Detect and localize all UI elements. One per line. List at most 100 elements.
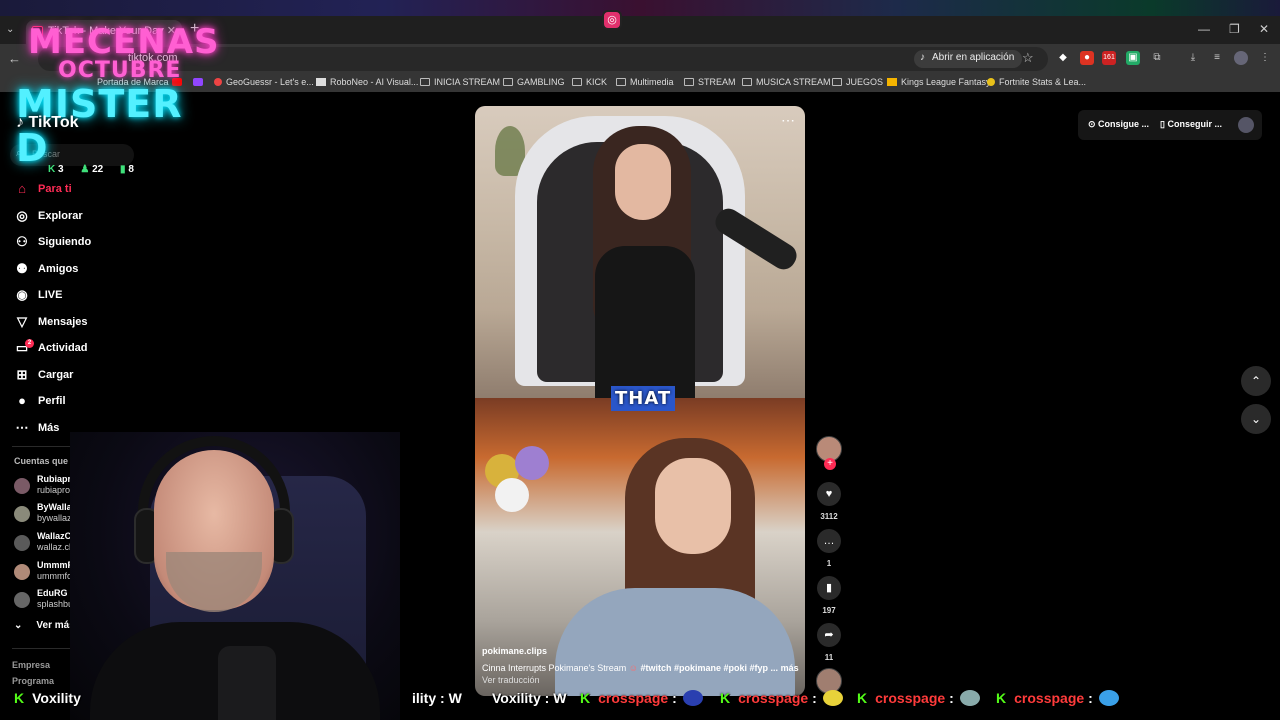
- profile-icon: ●: [18, 393, 26, 408]
- sidebar-item-amigos[interactable]: ⚉ Amigos: [0, 256, 200, 283]
- folder-icon: [420, 78, 430, 86]
- share-arrow-icon[interactable]: ➦: [817, 623, 841, 647]
- bookmark-icon[interactable]: ▮: [817, 576, 841, 600]
- extensions-puzzle-icon[interactable]: ⧉: [1150, 51, 1164, 65]
- bookmark-item[interactable]: GeoGuessr - Let's e...: [214, 77, 314, 87]
- bookmark-folder[interactable]: GAMBLING: [503, 77, 565, 87]
- compass-icon: ◎: [16, 207, 28, 223]
- profile-avatar-icon[interactable]: [1234, 51, 1248, 65]
- bookmark-folder[interactable]: Multimedia: [616, 77, 674, 87]
- extension-badge-icon[interactable]: 161: [1102, 51, 1116, 65]
- video-caption-word: THAT: [611, 386, 676, 411]
- person-body: [555, 588, 795, 696]
- overlay-line-2: OCTUBRE: [58, 58, 182, 83]
- sidebar-item-live[interactable]: ◉ LIVE: [0, 282, 200, 309]
- bookmark-item[interactable]: Fortnite Stats & Lea...: [987, 77, 1086, 87]
- ticker-message: ility : W: [412, 690, 462, 706]
- like-heart-icon[interactable]: ♥: [817, 482, 841, 506]
- reading-list-icon[interactable]: ≡: [1210, 51, 1224, 65]
- maximize-icon[interactable]: ❐: [1229, 22, 1240, 36]
- bookmark-folder[interactable]: INICIA STREAM: [420, 77, 500, 87]
- emote-icon: [822, 690, 843, 706]
- bookmark-folder[interactable]: JUEGOS: [832, 77, 883, 87]
- extension-square-icon[interactable]: ▣: [1126, 51, 1140, 65]
- ticker-message: K Voxility: [14, 690, 81, 706]
- bookmark-folder[interactable]: KICK: [572, 77, 607, 87]
- live-icon: ◉: [16, 287, 28, 302]
- share-count: 11: [824, 653, 834, 662]
- sidebar-item-para-ti[interactable]: ⌂ Para ti: [0, 176, 200, 203]
- tiktok-logo[interactable]: ♪ TikTok: [16, 114, 79, 132]
- sidebar-item-actividad[interactable]: ▭ 2 Actividad: [0, 335, 200, 362]
- extension-diamond-icon[interactable]: ◆: [1056, 51, 1070, 65]
- save-count: 197: [822, 606, 836, 615]
- user-avatar[interactable]: [1238, 117, 1254, 133]
- bookmark-item[interactable]: RoboNeo - AI Visual...: [316, 77, 418, 87]
- video-more-link[interactable]: más: [781, 663, 799, 673]
- footer-link[interactable]: Programa: [12, 676, 54, 686]
- next-video-chevron-down-icon[interactable]: ⌄: [1241, 404, 1271, 434]
- top-right-actions: ⊙ Consigue ... ▯ Conseguir ...: [1078, 110, 1262, 140]
- sidebar-item-perfil[interactable]: ● Perfil: [0, 388, 200, 415]
- sidebar-item-mensajes[interactable]: ▽ Mensajes: [0, 309, 200, 336]
- video-player[interactable]: THAT ⋯ pokimane.clips Cinna Interrupts P…: [475, 106, 805, 696]
- sidebar-item-siguiendo[interactable]: ⚇ Siguiendo: [0, 229, 200, 256]
- comment-count: 1: [826, 559, 832, 568]
- avatar: [14, 592, 30, 608]
- messages-icon: ▽: [17, 313, 27, 329]
- home-icon: ⌂: [18, 181, 26, 196]
- bookmark-star-icon[interactable]: ☆: [1022, 50, 1034, 66]
- previous-video-chevron-up-icon[interactable]: ⌃: [1241, 366, 1271, 396]
- bookmark-folder[interactable]: STREAM: [684, 77, 736, 87]
- footer-link[interactable]: Empresa: [12, 660, 50, 670]
- like-count: 3112: [820, 512, 838, 521]
- get-coins-button[interactable]: ⊙ Consigue ...: [1088, 119, 1149, 130]
- folder-icon: [572, 78, 582, 86]
- open-in-app-button[interactable]: ♪ Abrir en aplicación: [914, 50, 1023, 68]
- friends-icon: ⚉: [16, 260, 28, 276]
- translate-link[interactable]: Ver traducción: [482, 675, 540, 685]
- video-username[interactable]: pokimane.clips: [482, 646, 547, 656]
- ticker-message: Voxility : W: [492, 690, 567, 706]
- video-top-frame: [475, 106, 805, 398]
- window-close-icon[interactable]: ✕: [1259, 22, 1269, 36]
- chat-ticker: K Voxility ility : W Voxility : W Kcrossp…: [0, 686, 1280, 712]
- streamer-face: [615, 144, 671, 220]
- bookmark-folder[interactable]: MUSICA STREAM: [742, 77, 831, 87]
- bookmark-item[interactable]: Kings League Fantasy: [887, 77, 991, 87]
- ticker-message: Kcrosspage :: [580, 690, 703, 706]
- folder-icon: [742, 78, 752, 86]
- comment-icon[interactable]: …: [817, 529, 841, 553]
- stream-top-banner: ◎: [0, 0, 1280, 30]
- folder-icon: [684, 78, 694, 86]
- activity-badge: 2: [25, 339, 34, 348]
- follow-plus-icon[interactable]: +: [824, 458, 836, 470]
- chevron-down-icon: ⌄: [14, 620, 23, 631]
- get-app-button[interactable]: ▯ Conseguir ...: [1160, 119, 1222, 130]
- folder-icon: [503, 78, 513, 86]
- avatar: [14, 506, 30, 522]
- sidebar-item-cargar[interactable]: ⊞ Cargar: [0, 362, 200, 389]
- emote-icon: [682, 690, 703, 706]
- streamer-body: [595, 246, 695, 398]
- browser-menu-icon[interactable]: ⋮: [1258, 51, 1272, 65]
- minimize-icon[interactable]: —: [1198, 22, 1210, 36]
- more-icon: ⋯: [15, 419, 29, 435]
- tab-list-chevron-icon[interactable]: ⌄: [6, 24, 14, 35]
- video-hashtags: #twitch #pokimane #poki #fyp ...: [640, 663, 779, 673]
- download-icon[interactable]: ⤓: [1186, 51, 1200, 65]
- emote-icon: [959, 690, 980, 706]
- streamer-webcam: [70, 432, 400, 720]
- avatar: [14, 478, 30, 494]
- following-icon: ⚇: [16, 234, 28, 249]
- extension-shield-icon[interactable]: ●: [1080, 51, 1094, 65]
- avatar: [14, 564, 30, 580]
- overlay-line-1: MECENAS: [28, 22, 220, 62]
- stream-overlay-logo: MECENAS OCTUBRE MISTER D: [16, 20, 219, 170]
- sidebar-item-explorar[interactable]: ◎ Explorar: [0, 203, 200, 230]
- video-description: Cinna Interrupts Pokimane's Stream ☺ #tw…: [482, 663, 799, 673]
- see-more-button[interactable]: ⌄ Ver más: [14, 620, 75, 631]
- video-more-icon[interactable]: ⋯: [781, 112, 795, 129]
- sidebar-nav: ⌂ Para ti ◎ Explorar ⚇ Siguiendo ⚉ Amigos ◉ L…: [0, 176, 200, 441]
- emote-icon: [1098, 690, 1119, 706]
